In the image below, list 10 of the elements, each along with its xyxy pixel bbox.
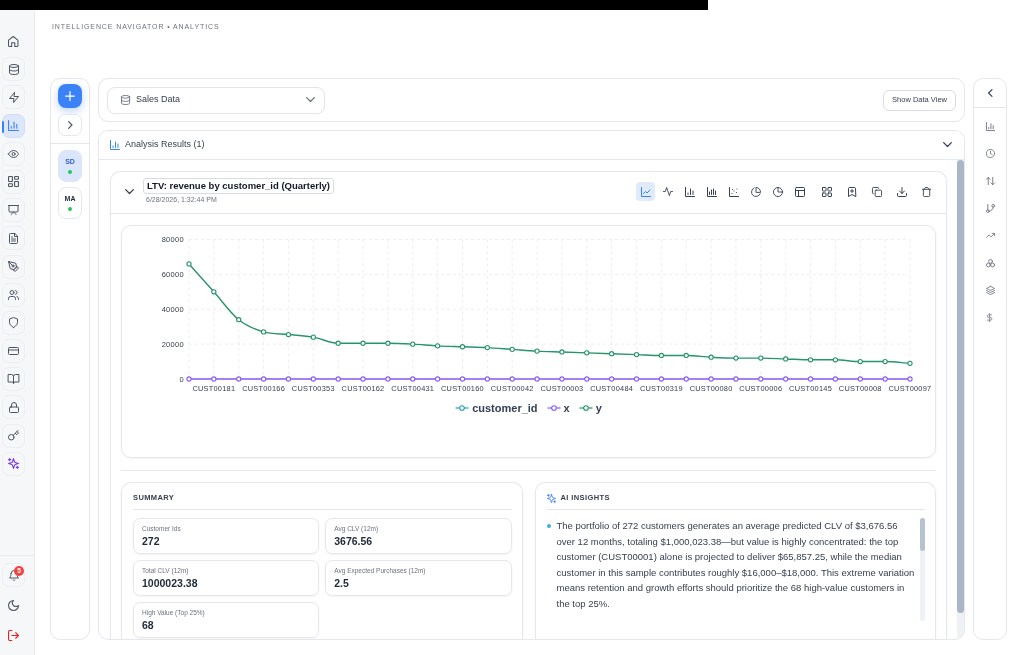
legend-label: customer_id xyxy=(472,401,538,415)
metric-value: 2.5 xyxy=(334,577,349,590)
legend-label: x xyxy=(563,401,570,415)
metric-value: 1000023.38 xyxy=(142,577,198,590)
insight-text: The portfolio of 272 customers generates an average predicted CLV of $3,676.56 over 12 months, totaling $1,000,023.38—but value is highly concentrated: the top customer (CUST00001) alone is projected to deliver $65,857.25, while the median customer in this sample contributes roughly $16,000–$18,000. This extreme variation means retention and growth efforts should prioritize the 68 high-value customers in the top 25%. xyxy=(556,519,916,611)
metric-value: 272 xyxy=(142,535,160,548)
metric-value: 68 xyxy=(142,619,154,632)
metric-value: 3676.56 xyxy=(334,535,373,548)
legend-label: y xyxy=(595,401,602,415)
result-title: LTV: revenue by customer_id (Quarterly) xyxy=(143,178,334,194)
